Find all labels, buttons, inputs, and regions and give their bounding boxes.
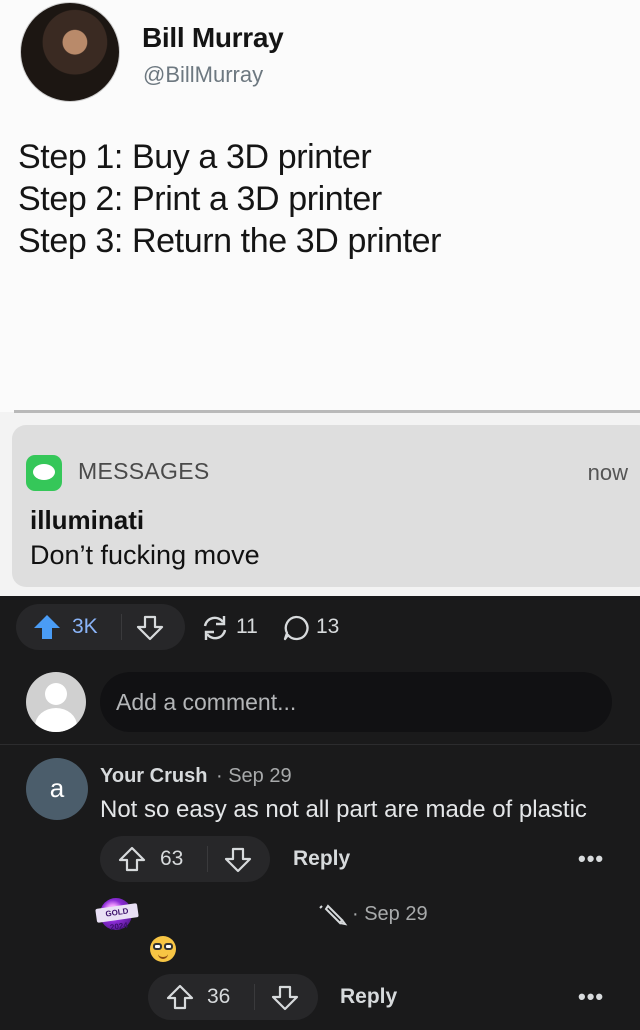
downvote-icon[interactable] <box>271 985 299 1011</box>
mod-pencil-icon <box>319 904 348 926</box>
reply-vote-count: 36 <box>207 985 231 1008</box>
upvote-filled-icon[interactable] <box>32 613 62 641</box>
avatar-head <box>45 683 67 705</box>
more-options-button[interactable]: ••• <box>578 984 604 1010</box>
upvote-icon[interactable] <box>118 846 146 872</box>
tweet-line: Step 2: Print a 3D printer <box>18 180 382 218</box>
tweet-author-name: Bill Murray <box>142 22 284 53</box>
comment-date: · Sep 29 <box>216 765 292 787</box>
section-divider <box>0 744 640 745</box>
share-icon[interactable] <box>200 613 230 643</box>
comment-author[interactable]: Your Crush <box>100 765 207 788</box>
reply-date: · Sep 29 <box>352 903 428 925</box>
emoji-eye <box>153 943 162 950</box>
tweet-avatar <box>20 2 120 102</box>
upvote-icon[interactable] <box>166 984 194 1010</box>
image-divider <box>14 410 640 413</box>
notification-message: Don’t fucking move <box>30 540 260 570</box>
downvote-icon[interactable] <box>136 615 164 641</box>
tweet-line: Step 1: Buy a 3D printer <box>18 138 372 176</box>
notification-app-name: MESSAGES <box>78 458 210 484</box>
downvote-icon[interactable] <box>224 847 252 873</box>
add-comment-input[interactable]: Add a comment... <box>100 672 612 732</box>
tweet-card: Bill Murray @BillMurray Step 1: Buy a 3D… <box>0 0 640 412</box>
reply-button[interactable]: Reply <box>340 985 397 1009</box>
emoji-mouth <box>158 953 168 959</box>
post-image[interactable]: Bill Murray @BillMurray Step 1: Buy a 3D… <box>0 0 640 596</box>
notification-time: now <box>587 460 628 485</box>
vote-divider <box>207 846 208 872</box>
share-count: 11 <box>236 615 258 638</box>
reply-button[interactable]: Reply <box>293 847 350 871</box>
message-notification: MESSAGES now illuminati Don’t fucking mo… <box>12 425 640 587</box>
comment-vote-count: 63 <box>160 847 184 870</box>
tweet-author-handle: @BillMurray <box>143 62 264 87</box>
post-upvote-count: 3K <box>72 615 98 638</box>
current-user-avatar <box>26 672 86 732</box>
comment-avatar[interactable]: a <box>26 758 88 820</box>
comment-body: Not so easy as not all part are made of … <box>100 796 587 823</box>
vote-divider <box>121 614 122 640</box>
tweet-text: Step 1: Buy a 3D printer Step 2: Print a… <box>18 136 441 262</box>
comment-count: 13 <box>316 615 340 638</box>
messages-app-icon <box>26 455 62 491</box>
avatar-body <box>35 708 77 732</box>
notification-sender: illuminati <box>30 505 145 535</box>
comment-bubble-icon[interactable] <box>282 614 310 642</box>
add-comment-placeholder: Add a comment... <box>116 689 297 715</box>
vote-divider <box>254 984 255 1010</box>
tweet-line: Step 3: Return the 3D printer <box>18 222 442 260</box>
nerd-face-emoji-icon <box>150 936 176 962</box>
more-options-button[interactable]: ••• <box>578 846 604 872</box>
emoji-eye <box>164 943 173 950</box>
